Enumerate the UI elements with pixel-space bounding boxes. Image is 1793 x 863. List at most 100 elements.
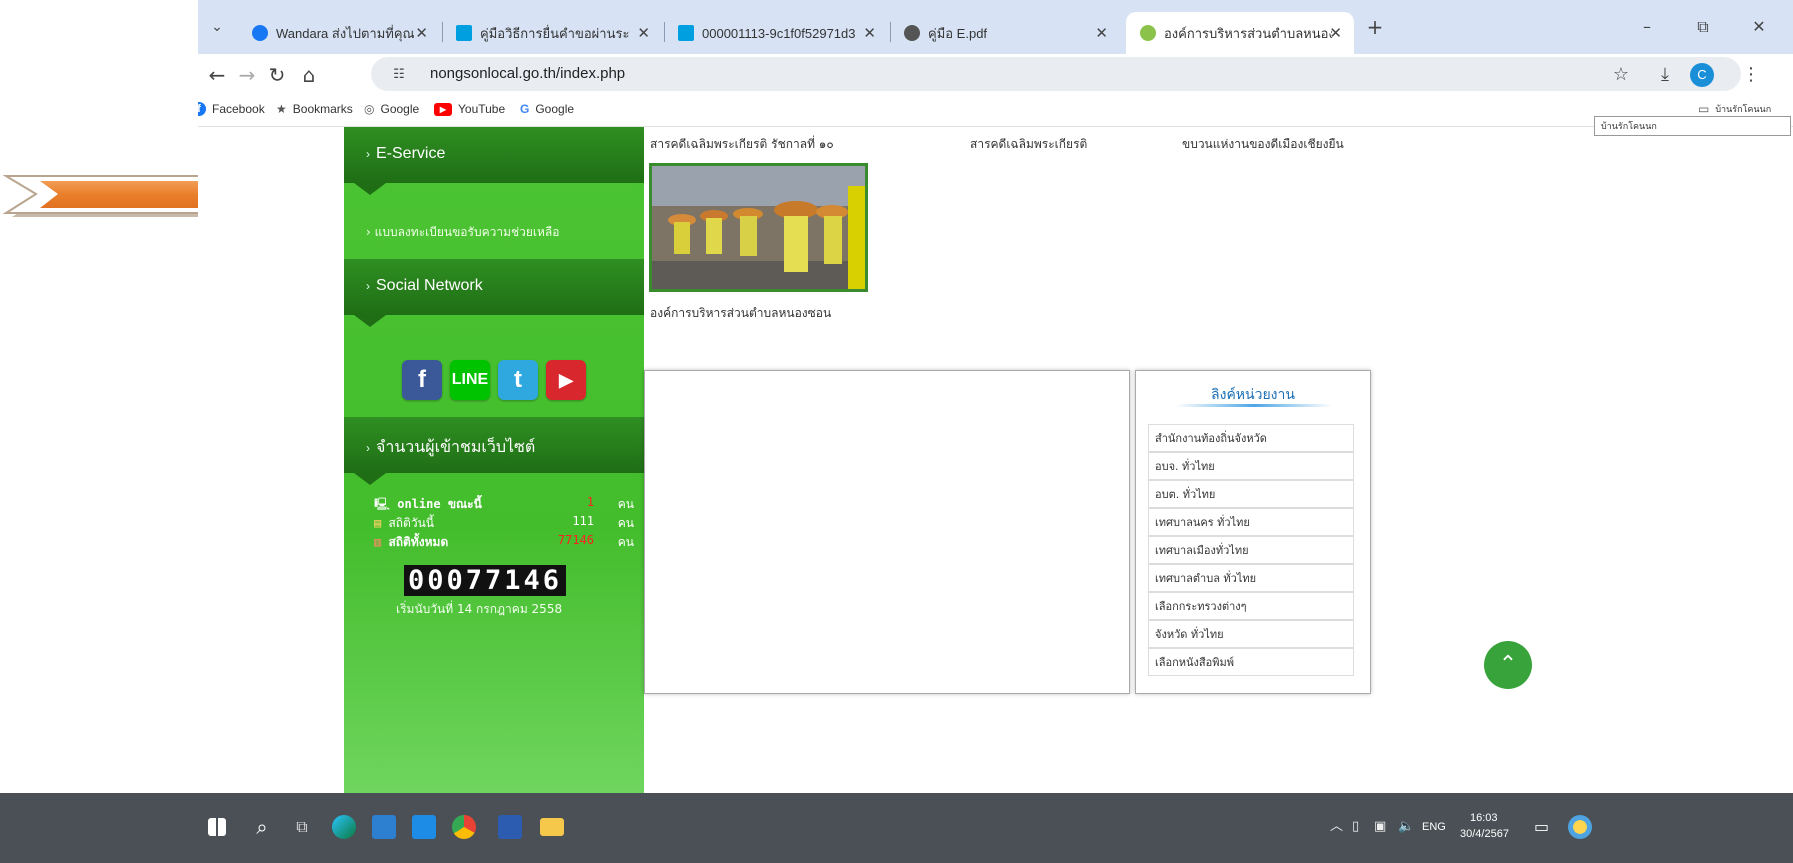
m-favicon-icon — [456, 25, 472, 41]
web-page: E-Service › แบบลงทะเบียนขอรับความช่วยเหล… — [198, 116, 1793, 793]
site-info-icon[interactable]: ☷ — [386, 62, 412, 88]
caption-2[interactable]: สารคดีเฉลิมพระเกียรติ — [970, 135, 1087, 154]
agency-link[interactable]: เทศบาลตำบล ทั่วไทย — [1148, 564, 1354, 592]
task-view-icon[interactable]: ⧉ — [290, 815, 314, 839]
tab-4-active[interactable]: องค์การบริหารส่วนตำบลหนองซอน ✕ — [1126, 12, 1354, 54]
facebook-icon[interactable]: f — [402, 360, 442, 400]
tab-title: องค์การบริหารส่วนตำบลหนองซอน — [1164, 25, 1332, 41]
stat-today: ▤ สถิติวันนี้ 111 คน — [374, 514, 634, 533]
stat-total: ▥ สถิติทั้งหมด 77146 คน — [374, 533, 634, 552]
maximize-button[interactable]: ⧉ — [1690, 14, 1716, 40]
close-tab-icon[interactable]: ✕ — [1329, 24, 1342, 42]
agency-link[interactable]: เลือกหนังสือพิมพ์ — [1148, 648, 1354, 676]
menu-kebab-icon[interactable]: ⋮ — [1738, 62, 1764, 88]
file-explorer-icon[interactable] — [540, 818, 564, 836]
browser-window: ⌄ Wandara ส่งไปตามที่คุณ ✕ คู่มือวิธีการ… — [198, 0, 1793, 793]
chevron-up-icon: ⌃ — [1498, 652, 1518, 677]
tray-chevron-up-icon[interactable]: ︿ — [1330, 815, 1354, 839]
bookmark-label: Facebook — [212, 102, 265, 116]
tab-title: Wandara ส่งไปตามที่คุณ — [276, 25, 415, 41]
agency-link[interactable]: เทศบาลเมืองทั่วไทย — [1148, 536, 1354, 564]
bookmarks-bar: f Facebook ★ Bookmarks ◎ Google ▶ YouTub… — [198, 96, 1793, 127]
agency-links-panel: ลิงค์หน่วยงาน สำนักงานท้องถิ่นจังหวัด อบ… — [1135, 370, 1371, 694]
agency-link[interactable]: อบจ. ทั่วไทย — [1148, 452, 1354, 480]
parade-photo-image — [652, 166, 865, 289]
language-indicator[interactable]: ENG — [1422, 821, 1446, 833]
agency-links-title: ลิงค์หน่วยงาน — [1211, 387, 1295, 403]
bookmark-google-2[interactable]: G Google — [520, 102, 574, 116]
back-icon[interactable]: ← — [204, 62, 230, 88]
windows-start-icon[interactable] — [208, 818, 226, 836]
bookmark-folder[interactable]: ▭ บ้านรักโคนนก — [1698, 102, 1771, 116]
tab-search-icon[interactable]: ⌄ — [204, 14, 230, 40]
search-icon[interactable]: ⌕ — [250, 815, 274, 839]
close-tab-icon[interactable]: ✕ — [1095, 24, 1108, 42]
url-text[interactable]: nongsonlocal.go.th/index.php — [430, 65, 625, 82]
title-ribbon — [1176, 404, 1332, 407]
battery-icon[interactable]: ▯ — [1352, 815, 1376, 839]
bookmark-youtube[interactable]: ▶ YouTube — [434, 102, 505, 116]
caption-1[interactable]: สารคดีเฉลิมพระเกียรติ รัชกาลที่ ๑๐ — [650, 135, 834, 154]
weather-icon[interactable] — [1568, 815, 1592, 839]
bookmark-tooltip: บ้านรักโคนนก — [1594, 116, 1791, 136]
bookmark-facebook[interactable]: f Facebook — [198, 102, 265, 116]
reload-icon[interactable]: ↻ — [264, 62, 290, 88]
stat-unit: คน — [617, 535, 634, 549]
agency-link[interactable]: สำนักงานท้องถิ่นจังหวัด — [1148, 424, 1354, 452]
tab-1[interactable]: คู่มือวิธีการยื่นคำขอผ่านระบบ บริการ e ✕ — [442, 12, 662, 54]
clock-date[interactable]: 30/4/2567 — [1460, 828, 1509, 840]
bookmark-google[interactable]: ◎ Google — [364, 102, 419, 116]
stat-label: online ขณะนี้ — [397, 497, 482, 511]
stat-unit: คน — [617, 497, 634, 511]
parade-photo[interactable] — [649, 163, 868, 292]
tab-0[interactable]: Wandara ส่งไปตามที่คุณ ✕ — [238, 12, 440, 54]
youtube-icon[interactable]: ▶ — [546, 360, 586, 400]
eservice-register-link[interactable]: › แบบลงทะเบียนขอรับความช่วยเหลือ — [366, 223, 559, 242]
close-tab-icon[interactable]: ✕ — [415, 24, 428, 42]
volume-icon[interactable]: 🔈 — [1398, 815, 1422, 839]
bookmark-star-icon[interactable]: ☆ — [1608, 62, 1634, 88]
bookmark-label: Bookmarks — [292, 102, 353, 116]
scroll-to-top-button[interactable]: ⌃ — [1484, 641, 1532, 689]
stat-label: สถิติทั้งหมด — [388, 535, 449, 549]
tab-2[interactable]: 000001113-9c1f0f52971d3 ✕ — [664, 12, 888, 54]
orange-arrow-annotation — [2, 160, 384, 231]
tab-title: คู่มือ E.pdf — [928, 25, 988, 41]
network-icon[interactable]: ▣ — [1374, 815, 1398, 839]
close-tab-icon[interactable]: ✕ — [637, 24, 650, 42]
globe-favicon-icon — [904, 25, 920, 41]
forward-icon[interactable]: → — [234, 62, 260, 88]
chrome-icon[interactable] — [452, 815, 476, 839]
agency-link[interactable]: อบต. ทั่วไทย — [1148, 480, 1354, 508]
agency-link[interactable]: เลือกกระทรวงต่างๆ — [1148, 592, 1354, 620]
monitor-icon: 🖳 — [374, 497, 391, 511]
facebook-favicon-icon — [252, 25, 268, 41]
line-icon[interactable]: LINE — [450, 360, 490, 400]
minimize-button[interactable]: – — [1634, 14, 1660, 40]
profile-avatar[interactable]: C — [1690, 63, 1714, 87]
bookmark-bookmarks[interactable]: ★ Bookmarks — [276, 102, 353, 116]
tab-strip: ⌄ Wandara ส่งไปตามที่คุณ ✕ คู่มือวิธีการ… — [198, 0, 1793, 54]
caption-3[interactable]: ขบวนแห่งานของดีเมืองเชียงยืน — [1182, 135, 1344, 154]
clock-time[interactable]: 16:03 — [1470, 812, 1498, 824]
new-tab-button[interactable]: + — [1362, 14, 1388, 40]
agency-link[interactable]: จังหวัด ทั่วไทย — [1148, 620, 1354, 648]
photo-caption[interactable]: องค์การบริหารส่วนตำบลหนองซอน — [650, 304, 831, 323]
word-icon[interactable] — [498, 815, 522, 839]
agency-link[interactable]: เทศบาลนคร ทั่วไทย — [1148, 508, 1354, 536]
tab-3[interactable]: คู่มือ E.pdf ✕ — [890, 12, 1120, 54]
edge-icon[interactable] — [332, 815, 356, 839]
mail-icon[interactable] — [412, 815, 436, 839]
content-panel — [644, 370, 1130, 694]
windows-taskbar: ⌕ ⧉ ︿ ▯ ▣ 🔈 ENG 16:03 30/4/2567 ▭ — [0, 793, 1793, 863]
notification-icon[interactable]: ▭ — [1534, 815, 1558, 839]
close-tab-icon[interactable]: ✕ — [863, 24, 876, 42]
twitter-icon[interactable]: t — [498, 360, 538, 400]
home-icon[interactable]: ⌂ — [296, 62, 322, 88]
download-icon[interactable]: ⤓ — [1652, 62, 1678, 88]
youtube-icon: ▶ — [434, 102, 452, 116]
close-window-button[interactable]: ✕ — [1746, 14, 1772, 40]
stat-value: 111 — [572, 514, 594, 528]
bookmark-label: Google — [380, 102, 420, 116]
store-icon[interactable] — [372, 815, 396, 839]
